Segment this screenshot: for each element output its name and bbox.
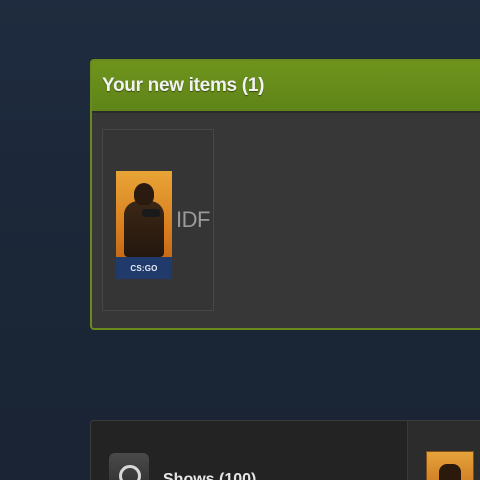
- csgo-logo-text: CS:GO: [130, 263, 158, 273]
- panel-header: Your new items (1): [92, 61, 480, 113]
- bottom-label[interactable]: Shows (100): [163, 471, 256, 480]
- new-items-panel: Your new items (1) CS:GO IDF: [90, 59, 480, 330]
- csgo-thumbnail-icon[interactable]: [426, 451, 474, 480]
- profile-ring-icon[interactable]: [109, 453, 149, 480]
- item-name[interactable]: IDF: [176, 207, 210, 233]
- bottom-section: Shows (100): [90, 420, 480, 480]
- item-image[interactable]: CS:GO: [116, 171, 172, 279]
- silhouette-shape: [439, 464, 461, 480]
- bottom-right-panel: [407, 421, 480, 480]
- agent-weapon: [142, 209, 160, 217]
- panel-title: Your new items (1): [102, 75, 265, 96]
- agent-figure-head: [134, 183, 154, 205]
- csgo-logo-band: CS:GO: [116, 257, 172, 279]
- ring-shape: [119, 465, 141, 480]
